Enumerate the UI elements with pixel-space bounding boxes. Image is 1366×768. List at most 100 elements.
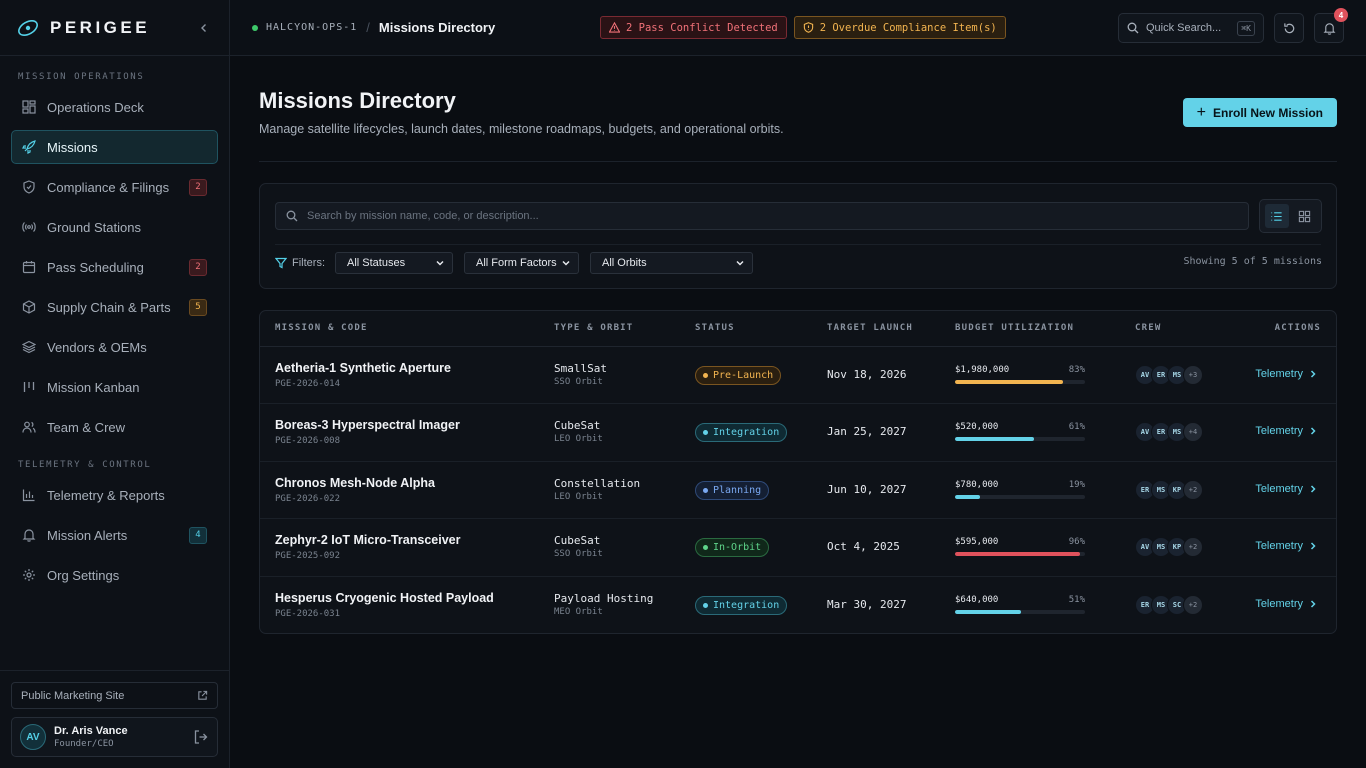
telemetry-link[interactable]: Telemetry [1255, 540, 1318, 552]
notifications-button[interactable]: 4 [1314, 8, 1348, 43]
user-role: Founder/CEO [54, 739, 114, 749]
filter-divider [275, 244, 1321, 245]
mission-name[interactable]: Chronos Mesh-Node Alpha [275, 476, 435, 490]
budget-amount: $1,980,000 [955, 365, 1010, 375]
mission-search-input[interactable] [307, 210, 1238, 222]
kanban-icon [23, 382, 35, 392]
mission-type: SmallSat [554, 362, 607, 375]
user-card: AV Dr. Aris Vance Founder/CEO [11, 717, 218, 757]
column-header-type[interactable]: TYPE & ORBIT [554, 323, 633, 333]
sidebar-item-label: Telemetry & Reports [47, 487, 165, 503]
grid-view-button[interactable] [1292, 204, 1316, 228]
nav-section-telemetry-control: TELEMETRY & CONTROL [18, 460, 152, 470]
budget-percent: 51% [1068, 594, 1085, 605]
orbit-logo-icon [18, 19, 38, 36]
chevron-right-icon [1310, 600, 1316, 608]
plus-icon: + [1196, 103, 1206, 121]
telemetry-label: Telemetry [1255, 482, 1303, 495]
status-badge: Planning [695, 480, 770, 500]
status-dot [703, 430, 708, 436]
refresh-button[interactable] [1274, 13, 1304, 43]
mission-name[interactable]: Boreas-3 Hyperspectral Imager [275, 418, 460, 432]
budget-bar-track [955, 494, 1085, 499]
budget-bar-track [955, 380, 1085, 384]
sidebar-item-ground-stations[interactable]: Ground Stations [11, 210, 218, 244]
mission-name[interactable]: Hesperus Cryogenic Hosted Payload [275, 591, 494, 605]
collapse-sidebar-button[interactable] [195, 19, 213, 37]
bar-chart-icon [22, 489, 35, 502]
sidebar-item-compliance[interactable]: Compliance & Filings 2 [11, 170, 218, 204]
mission-orbit: SSO Orbit [554, 377, 603, 387]
telemetry-link[interactable]: Telemetry [1255, 483, 1318, 495]
sidebar-item-vendors[interactable]: Vendors & OEMs [11, 330, 218, 364]
status-dot [703, 602, 708, 608]
refresh-icon [1283, 22, 1294, 33]
column-header-status[interactable]: STATUS [695, 323, 735, 333]
column-header-launch[interactable]: TARGET LAUNCH [827, 323, 913, 333]
pass-conflict-alert[interactable]: 2 Pass Conflict Detected [600, 16, 787, 39]
chevron-right-icon [1310, 485, 1316, 493]
telemetry-link[interactable]: Telemetry [1255, 368, 1318, 380]
budget-bar-fill [955, 380, 1063, 384]
telemetry-label: Telemetry [1255, 597, 1303, 610]
page-subtitle: Manage satellite lifecycles, launch date… [259, 122, 784, 136]
telemetry-link[interactable]: Telemetry [1255, 425, 1318, 437]
form-factor-filter-select[interactable]: All Form Factors [464, 252, 579, 274]
budget-bar-fill [955, 552, 1080, 557]
table-row[interactable]: Boreas-3 Hyperspectral Imager PGE-2026-0… [260, 404, 1336, 462]
table-row[interactable]: Chronos Mesh-Node Alpha PGE-2026-022 Con… [260, 462, 1336, 520]
sidebar-item-label: Mission Kanban [47, 379, 140, 395]
divider [259, 161, 1337, 162]
mission-code: PGE-2025-092 [275, 551, 341, 562]
list-view-button[interactable] [1264, 204, 1289, 228]
search-icon [286, 210, 298, 222]
logout-icon[interactable] [193, 729, 209, 745]
sidebar-item-supply-chain[interactable]: Supply Chain & Parts 5 [11, 290, 218, 324]
public-marketing-site-link[interactable]: Public Marketing Site [11, 682, 218, 709]
target-launch-date: Jun 10, 2027 [827, 482, 907, 496]
budget-utilization: $1,980,000 83% [955, 365, 1085, 384]
table-row[interactable]: Aetheria-1 Synthetic Aperture PGE-2026-0… [260, 347, 1336, 405]
status-dot [703, 373, 708, 378]
sidebar-item-operations-deck[interactable]: Operations Deck [11, 90, 218, 124]
budget-percent: 61% [1068, 422, 1085, 433]
table-row[interactable]: Zephyr-2 IoT Micro-Transceiver PGE-2025-… [260, 519, 1336, 577]
sidebar-item-label: Supply Chain & Parts [47, 299, 171, 315]
column-header-mission[interactable]: MISSION & CODE [275, 323, 368, 333]
table-row[interactable]: Hesperus Cryogenic Hosted Payload PGE-20… [260, 577, 1336, 633]
sidebar-item-missions[interactable]: Missions [11, 130, 218, 164]
compliance-count-badge: 2 [189, 178, 207, 196]
dashboard-icon [22, 100, 36, 114]
filters-label-text: Filters: [292, 257, 325, 269]
budget-bar-track [955, 437, 1085, 442]
telemetry-link[interactable]: Telemetry [1255, 598, 1318, 610]
sidebar-item-team[interactable]: Team & Crew [11, 410, 218, 444]
sidebar-item-label: Vendors & OEMs [47, 339, 147, 355]
bell-icon [1323, 22, 1335, 35]
mission-name[interactable]: Aetheria-1 Synthetic Aperture [275, 361, 451, 375]
users-icon [22, 421, 36, 433]
sidebar-item-mission-alerts[interactable]: Mission Alerts 4 [11, 518, 218, 552]
overdue-compliance-label: 2 Overdue Compliance Item(s) [819, 21, 997, 34]
budget-percent: 96% [1068, 537, 1085, 548]
sidebar-item-pass-scheduling[interactable]: Pass Scheduling 2 [11, 250, 218, 284]
external-link-icon [198, 690, 208, 700]
quick-search-button[interactable]: Quick Search... ⌘K [1118, 13, 1264, 43]
orbit-filter-select[interactable]: All Orbits [590, 252, 753, 274]
crew-more-count: +2 [1183, 537, 1203, 558]
mission-search-box [275, 202, 1249, 230]
enroll-new-mission-button[interactable]: + Enroll New Mission [1182, 98, 1337, 127]
sidebar-item-kanban[interactable]: Mission Kanban [11, 370, 218, 404]
status-filter-select[interactable]: All Statuses [335, 252, 453, 274]
sidebar-item-telemetry-reports[interactable]: Telemetry & Reports [11, 478, 218, 512]
mission-code: PGE-2026-022 [275, 493, 341, 504]
view-toggle [1259, 199, 1322, 233]
overdue-compliance-alert[interactable]: 2 Overdue Compliance Item(s) [793, 16, 1006, 39]
telemetry-label: Telemetry [1255, 425, 1303, 438]
column-header-budget[interactable]: BUDGET UTILIZATION [955, 323, 1074, 333]
mission-name[interactable]: Zephyr-2 IoT Micro-Transceiver [275, 533, 460, 547]
form-factor-filter-value: All Form Factors [476, 257, 557, 269]
sidebar-item-org-settings[interactable]: Org Settings [11, 558, 218, 592]
breadcrumb-org[interactable]: HALCYON-OPS-1 [266, 22, 357, 33]
budget-percent: 19% [1068, 479, 1085, 490]
